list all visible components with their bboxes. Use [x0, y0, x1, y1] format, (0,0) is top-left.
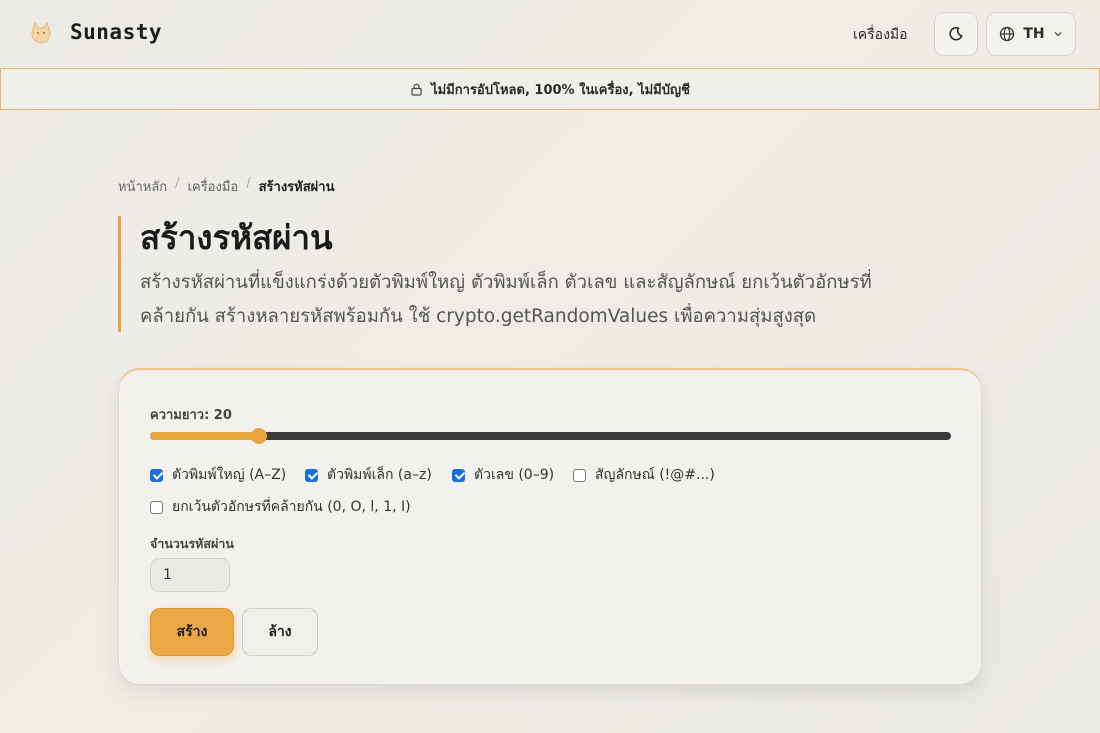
title-block: สร้างรหัสผ่าน สร้างรหัสผ่านที่แข็งแกร่งด… [118, 216, 948, 332]
breadcrumb-separator: / [175, 176, 180, 191]
brand-name[interactable]: Sunasty [70, 20, 162, 44]
lock-icon [411, 83, 422, 96]
cat-logo-icon[interactable] [26, 18, 56, 48]
option-exclude-similar[interactable]: ยกเว้นตัวอักษรที่คล้ายกัน (0, O, l, 1, I… [150, 496, 411, 518]
option-symbols[interactable]: สัญลักษณ์ (!@#...) [573, 464, 715, 486]
option-label: ตัวเลข (0–9) [474, 467, 555, 483]
generator-card: ความยาว: 20 ตัวพิมพ์ใหญ่ (A–Z) ตัวพิมพ์เ… [118, 368, 982, 685]
privacy-banner: ไม่มีการอัปโหลด, 100% ในเครื่อง, ไม่มีบั… [0, 68, 1100, 110]
length-slider-thumb[interactable] [250, 428, 267, 444]
nav-tools-link[interactable]: เครื่องมือ [853, 24, 908, 46]
page-description: สร้างรหัสผ่านที่แข็งแกร่งด้วยตัวพิมพ์ใหญ… [140, 266, 948, 334]
length-slider-fill [150, 432, 259, 440]
count-label: จำนวนรหัสผ่าน [150, 536, 234, 551]
uppercase-checkbox[interactable] [150, 468, 163, 482]
language-code: TH [1023, 26, 1045, 42]
top-header: Sunasty เครื่องมือ TH [0, 0, 1100, 68]
lowercase-checkbox[interactable] [305, 468, 318, 482]
option-uppercase[interactable]: ตัวพิมพ์ใหญ่ (A–Z) [150, 464, 286, 486]
breadcrumb: หน้าหลัก / เครื่องมือ / สร้างรหัสผ่าน [118, 176, 334, 197]
theme-toggle-button[interactable] [934, 12, 978, 56]
option-label: ตัวพิมพ์เล็ก (a–z) [327, 467, 432, 483]
privacy-text: ไม่มีการอัปโหลด, 100% ในเครื่อง, ไม่มีบั… [431, 82, 690, 98]
option-lowercase[interactable]: ตัวพิมพ์เล็ก (a–z) [305, 464, 432, 486]
option-label: ยกเว้นตัวอักษรที่คล้ายกัน (0, O, l, 1, I… [172, 499, 411, 515]
moon-icon [949, 26, 963, 41]
numbers-checkbox[interactable] [452, 468, 465, 482]
length-slider[interactable] [150, 428, 951, 444]
page-description-line: คล้ายกัน สร้างหลายรหัสพร้อมกัน ใช้ crypt… [140, 306, 817, 327]
breadcrumb-home[interactable]: หน้าหลัก [118, 176, 167, 197]
exclude-similar-checkbox[interactable] [150, 500, 163, 514]
option-label: ตัวพิมพ์ใหญ่ (A–Z) [172, 467, 287, 483]
symbols-checkbox[interactable] [573, 468, 586, 482]
option-numbers[interactable]: ตัวเลข (0–9) [452, 464, 554, 486]
language-select[interactable]: TH [986, 12, 1076, 56]
globe-icon [1000, 26, 1015, 42]
count-input[interactable] [150, 558, 230, 592]
generate-button[interactable]: สร้าง [150, 608, 234, 656]
chevron-down-icon [1054, 32, 1062, 37]
option-label: สัญลักษณ์ (!@#...) [595, 467, 715, 483]
page-description-line: สร้างรหัสผ่านที่แข็งแกร่งด้วยตัวพิมพ์ใหญ… [140, 272, 872, 293]
breadcrumb-separator: / [246, 176, 251, 191]
page-title: สร้างรหัสผ่าน [140, 218, 333, 257]
clear-button[interactable]: ล้าง [242, 608, 318, 656]
breadcrumb-tools[interactable]: เครื่องมือ [188, 176, 239, 197]
length-label: ความยาว: 20 [150, 408, 232, 423]
breadcrumb-current: สร้างรหัสผ่าน [258, 180, 335, 195]
